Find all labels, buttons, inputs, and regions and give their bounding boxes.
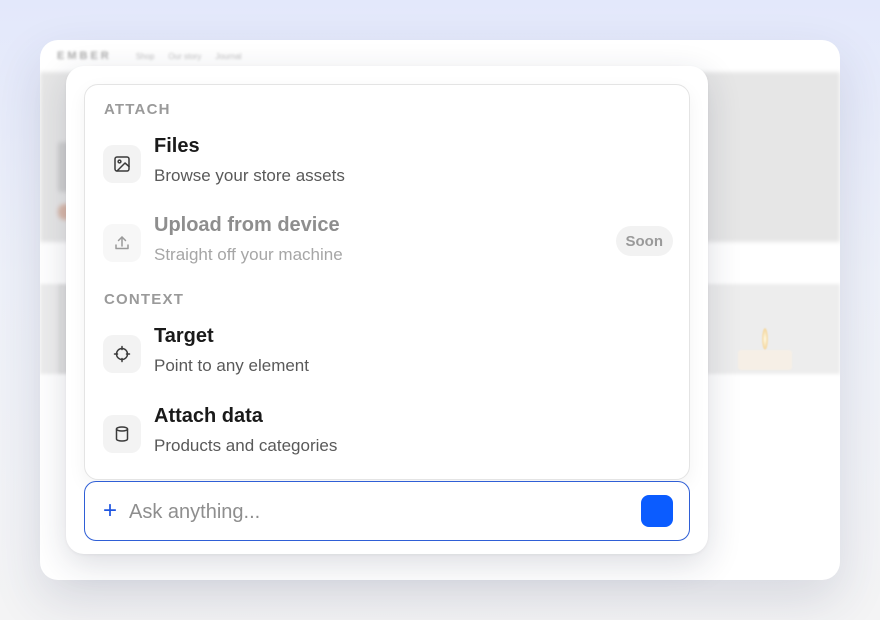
menu-item-title: Attach data [154, 405, 263, 427]
menu-item-subtitle: Straight off your machine [154, 245, 343, 264]
upload-icon [103, 224, 141, 262]
section-heading-attach: ATTACH [104, 101, 171, 118]
candle-product-image [738, 350, 792, 370]
candle-flame [762, 328, 768, 350]
menu-item-subtitle: Point to any element [154, 356, 309, 375]
chat-input-bar: + [84, 481, 690, 541]
menu-item-title: Upload from device [154, 214, 340, 236]
soon-badge: Soon [615, 226, 673, 256]
nav-link-journal: Journal [215, 51, 242, 61]
crosshair-icon [103, 335, 141, 373]
menu-item-target[interactable]: Target Point to any element [85, 325, 691, 397]
database-icon [103, 415, 141, 453]
brand-logo: EMBER [57, 50, 112, 62]
menu-item-upload-from-device: Upload from device Straight off your mac… [85, 214, 691, 286]
menu-item-attach-data[interactable]: Attach data Products and categories [85, 405, 691, 477]
menu-item-title: Files [154, 135, 200, 157]
attach-menu: ATTACH Files Browse your store assets Up… [84, 84, 690, 480]
menu-item-subtitle: Products and categories [154, 436, 338, 455]
menu-item-subtitle: Browse your store assets [154, 166, 345, 185]
menu-item-files[interactable]: Files Browse your store assets [85, 135, 691, 207]
send-button[interactable] [641, 495, 673, 527]
nav-link-story: Our story [168, 51, 202, 61]
chat-composer: ATTACH Files Browse your store assets Up… [66, 66, 708, 554]
nav-link-shop: Shop [135, 51, 155, 61]
image-icon [103, 145, 141, 183]
plus-icon[interactable]: + [99, 499, 121, 523]
ask-input[interactable] [129, 496, 629, 528]
section-heading-context: CONTEXT [104, 291, 185, 308]
menu-item-title: Target [154, 325, 214, 347]
